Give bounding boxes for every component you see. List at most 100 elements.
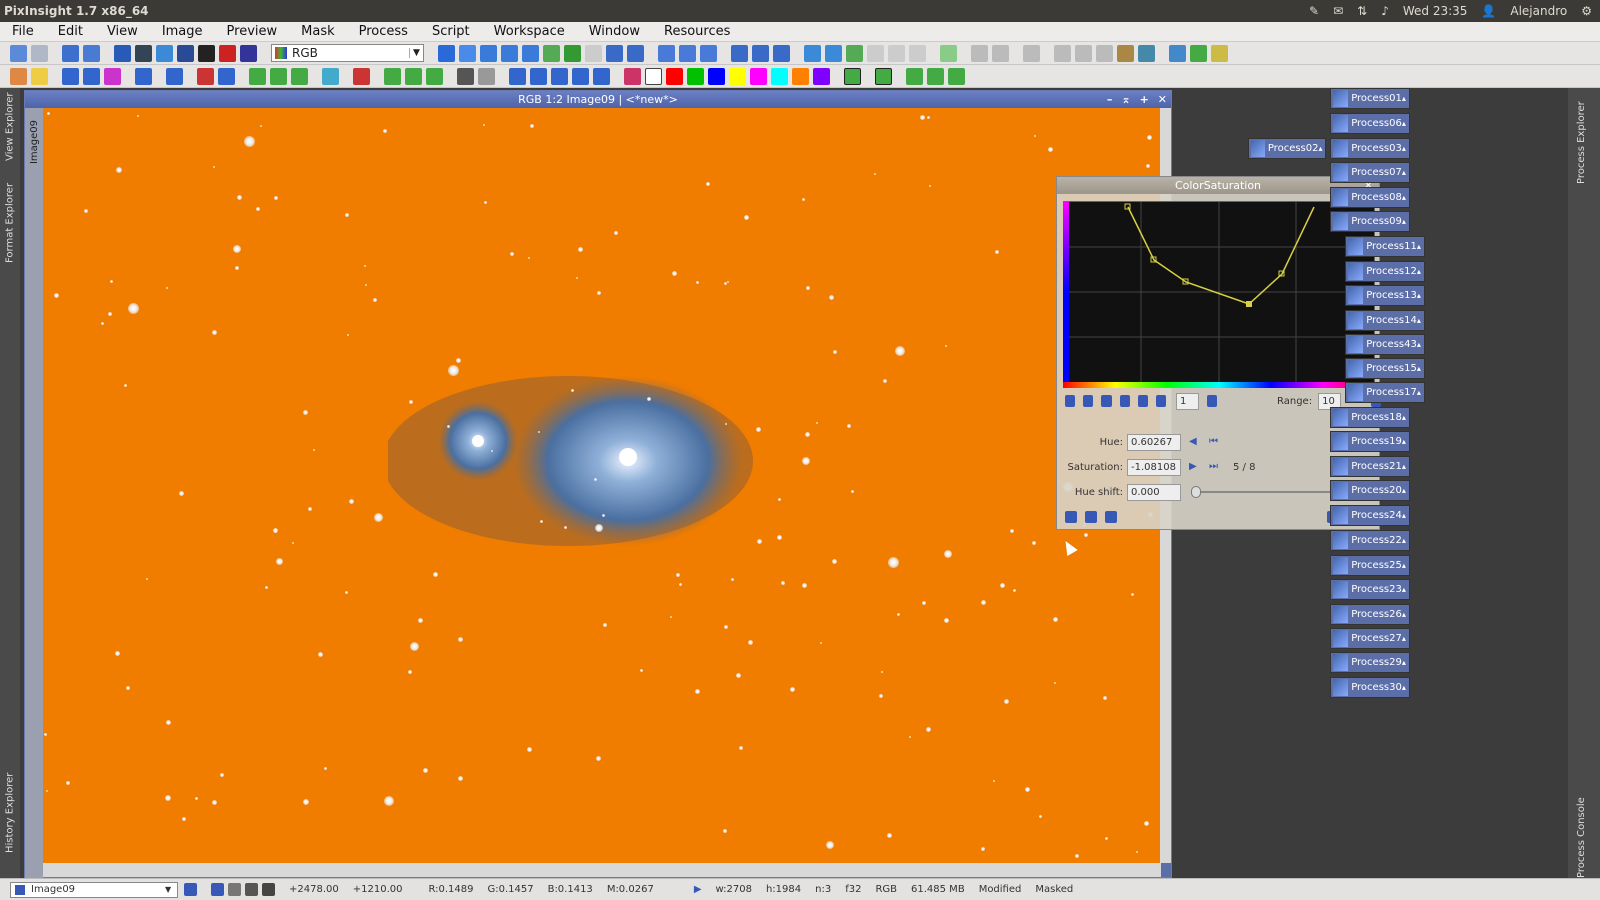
last-point-icon[interactable]: ⏭	[1209, 461, 1221, 473]
view-selector[interactable]: Image09 ▼	[10, 881, 178, 898]
window4-icon[interactable]	[804, 44, 821, 62]
display-mode1-icon[interactable]	[211, 883, 224, 896]
swatch-yellow-icon[interactable]	[729, 67, 746, 85]
zoom-fit-icon[interactable]	[459, 44, 476, 62]
tool3-icon[interactable]	[700, 44, 717, 62]
gray3-icon[interactable]	[1023, 44, 1040, 62]
pan-icon[interactable]	[438, 44, 455, 62]
process-menu-icon[interactable]: ▴	[1402, 683, 1409, 692]
apply-icon[interactable]	[1085, 511, 1097, 523]
tool2-icon[interactable]	[679, 44, 696, 62]
mask-icon[interactable]	[177, 44, 194, 62]
process-icon[interactable]: Process12 ▴	[1345, 261, 1425, 282]
process-icon[interactable]: Process01 ▴	[1330, 88, 1410, 109]
process-icon[interactable]: Process23 ▴	[1330, 579, 1410, 600]
process-menu-icon[interactable]: ▴	[1402, 144, 1409, 153]
zoom-out-icon[interactable]	[1101, 395, 1112, 407]
script2-icon[interactable]	[1138, 44, 1155, 62]
script1-icon[interactable]	[1117, 44, 1134, 62]
process-menu-icon[interactable]: ▴	[1417, 340, 1424, 349]
menu-mask[interactable]: Mask	[289, 24, 346, 39]
process9-icon[interactable]	[270, 67, 287, 85]
slider-handle[interactable]	[1191, 486, 1201, 498]
process14-icon[interactable]	[405, 67, 422, 85]
swatch-red-icon[interactable]	[666, 67, 683, 85]
menu-image[interactable]: Image	[150, 24, 215, 39]
process-menu-icon[interactable]: ▴	[1402, 561, 1409, 570]
gray5-icon[interactable]	[1075, 44, 1092, 62]
saturation-field[interactable]: -1.08108	[1127, 458, 1181, 476]
image-window-titlebar[interactable]: RGB 1:2 Image09 | <*new*> – ⌅ + ✕	[25, 91, 1171, 108]
flip2-icon[interactable]	[593, 67, 610, 85]
menu-edit[interactable]: Edit	[46, 24, 95, 39]
process-icon[interactable]: Process21 ▴	[1330, 456, 1410, 477]
preview-icon[interactable]	[156, 44, 173, 62]
window5-icon[interactable]	[825, 44, 842, 62]
prev-point-icon[interactable]: ◀	[1189, 436, 1201, 448]
menu-preview[interactable]: Preview	[215, 24, 290, 39]
process-menu-icon[interactable]: ▴	[1402, 658, 1409, 667]
process-menu-icon[interactable]: ▴	[1417, 291, 1424, 300]
process10-icon[interactable]	[291, 67, 308, 85]
redo-icon[interactable]	[31, 44, 48, 62]
edit-point-icon[interactable]	[1065, 395, 1076, 407]
channel-select[interactable]: RGB ▼	[271, 44, 424, 62]
swatch-cyan-icon[interactable]	[771, 67, 788, 85]
hue-shift-slider[interactable]	[1191, 486, 1341, 498]
pointer-icon[interactable]	[585, 44, 602, 62]
next-point-icon[interactable]: ▶	[1189, 461, 1201, 473]
process-icon[interactable]: Process02 ▴	[1248, 138, 1326, 159]
layout2-icon[interactable]	[1190, 44, 1207, 62]
swatch-green-icon[interactable]	[687, 67, 704, 85]
mirror-icon[interactable]	[572, 67, 589, 85]
gray2-icon[interactable]	[992, 44, 1009, 62]
process1-icon[interactable]	[62, 67, 79, 85]
window7-icon[interactable]	[867, 44, 884, 62]
window2-icon[interactable]	[752, 44, 769, 62]
process-icon[interactable]: Process27 ▴	[1330, 628, 1410, 649]
zoom-in-icon[interactable]	[1083, 395, 1094, 407]
process-icon[interactable]: Process13 ▴	[1345, 285, 1425, 306]
process-menu-icon[interactable]: ▴	[1402, 462, 1409, 471]
green-box-icon[interactable]	[940, 44, 957, 62]
menu-resources[interactable]: Resources	[652, 24, 742, 39]
channel-rgb-icon[interactable]	[624, 67, 641, 85]
green-doc2-icon[interactable]	[564, 44, 581, 62]
zoom-in-icon[interactable]	[480, 44, 497, 62]
zoom-1-icon[interactable]	[522, 44, 539, 62]
process-menu-icon[interactable]: ▴	[1402, 94, 1409, 103]
network-icon[interactable]: ⇅	[1357, 4, 1367, 18]
stf-blue-icon[interactable]	[240, 44, 257, 62]
clone3-icon[interactable]	[906, 67, 923, 85]
process-icon[interactable]: Process09 ▴	[1330, 211, 1410, 232]
process17-icon[interactable]	[478, 67, 495, 85]
center-icon[interactable]	[1137, 395, 1148, 407]
process-icon[interactable]: Process06 ▴	[1330, 113, 1410, 134]
stf-red-icon[interactable]	[219, 44, 236, 62]
process-menu-icon[interactable]: ▴	[1402, 610, 1409, 619]
play-icon[interactable]: ▶	[694, 884, 702, 895]
display-mode4-icon[interactable]	[262, 883, 275, 896]
process-menu-icon[interactable]: ▴	[1402, 119, 1409, 128]
stf-icon[interactable]	[198, 44, 215, 62]
process-menu-icon[interactable]: ▴	[1417, 267, 1424, 276]
process-menu-icon[interactable]: ▴	[1417, 388, 1424, 397]
process-icon[interactable]: Process22 ▴	[1330, 530, 1410, 551]
screen-icon[interactable]	[114, 44, 131, 62]
process-icon[interactable]: Process03 ▴	[1330, 138, 1410, 159]
image-side-tab[interactable]: Image09	[25, 108, 43, 878]
process-icon[interactable]: Process07 ▴	[1330, 162, 1410, 183]
undo-icon[interactable]	[10, 44, 27, 62]
process11-icon[interactable]	[322, 67, 339, 85]
process-explorer-tab[interactable]: Process Explorer	[1576, 94, 1587, 184]
process-menu-icon[interactable]: ▴	[1402, 511, 1409, 520]
real-time-icon[interactable]	[1105, 511, 1117, 523]
process-icon[interactable]: Process30 ▴	[1330, 677, 1410, 698]
window1-icon[interactable]	[731, 44, 748, 62]
process13-icon[interactable]	[384, 67, 401, 85]
gray1-icon[interactable]	[971, 44, 988, 62]
process3-icon[interactable]	[104, 67, 121, 85]
zoom-out-icon[interactable]	[501, 44, 518, 62]
volume-icon[interactable]: ♪	[1381, 4, 1389, 18]
swatch-violet-icon[interactable]	[813, 67, 830, 85]
